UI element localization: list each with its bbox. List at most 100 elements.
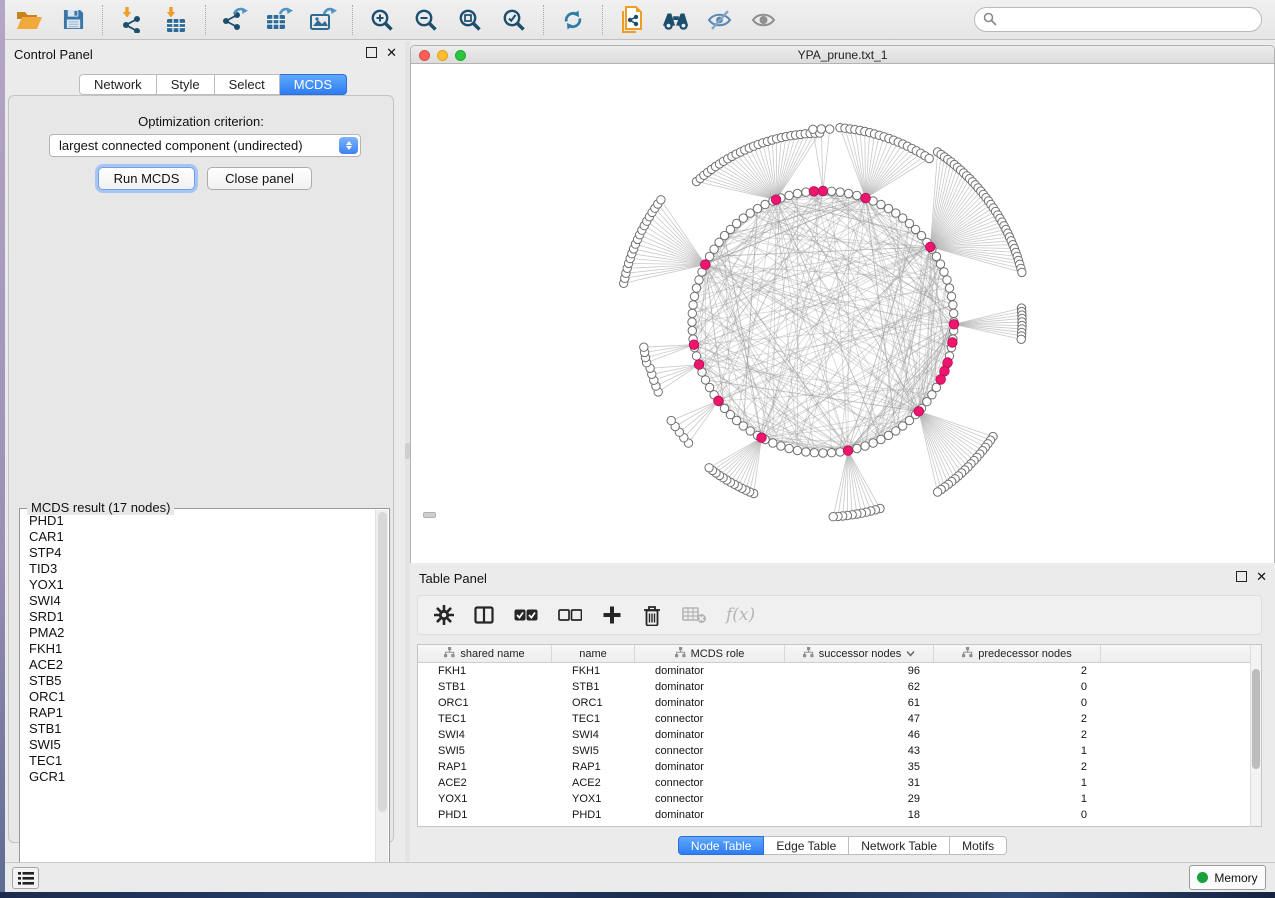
column-header-MCDS-role[interactable]: MCDS role	[635, 645, 785, 662]
mcds-result-item[interactable]: SRD1	[21, 609, 376, 625]
column-header-successor-nodes[interactable]: successor nodes	[785, 645, 934, 662]
hide-selected-icon[interactable]	[706, 6, 734, 34]
share-document-icon[interactable]	[618, 6, 646, 34]
tab-motifs[interactable]: Motifs	[950, 836, 1007, 855]
gear-icon[interactable]	[434, 604, 454, 626]
mcds-result-item[interactable]: STB1	[21, 721, 376, 737]
table-cell: ACE2	[418, 775, 552, 791]
mcds-result-list[interactable]: PHD1CAR1STP4TID3YOX1SWI4SRD1PMA2FKH1ACE2…	[21, 513, 376, 875]
zoom-selected-icon[interactable]	[500, 6, 528, 34]
close-panel-button[interactable]: Close panel	[207, 167, 312, 190]
table-cell: connector	[635, 775, 785, 791]
tab-network-table[interactable]: Network Table	[849, 836, 950, 855]
mcds-result-item[interactable]: RAP1	[21, 705, 376, 721]
tab-select[interactable]: Select	[215, 74, 280, 95]
show-panels-button[interactable]	[12, 867, 39, 889]
mcds-result-item[interactable]: SWI4	[21, 593, 376, 609]
mcds-result-item[interactable]: FKH1	[21, 641, 376, 657]
float-icon[interactable]	[366, 47, 377, 58]
zoom-fit-icon[interactable]	[456, 6, 484, 34]
table-scrollbar[interactable]	[1250, 645, 1261, 826]
criterion-select[interactable]: largest connected component (undirected)	[49, 134, 361, 157]
table-cell: connector	[635, 743, 785, 759]
control-panel: Control Panel ✕ NetworkStyleSelectMCDS O…	[5, 41, 405, 862]
mcds-result-item[interactable]: ORC1	[21, 689, 376, 705]
mcds-result-item[interactable]: YOX1	[21, 577, 376, 593]
mcds-list-scrollbar[interactable]	[375, 510, 388, 875]
table-cell: 29	[785, 791, 934, 807]
mcds-result-item[interactable]: ACE2	[21, 657, 376, 673]
table-row[interactable]: PHD1PHD1dominator180	[418, 807, 1261, 823]
horizontal-splitter-handle-icon[interactable]	[423, 512, 436, 518]
table-row[interactable]: ORC1ORC1dominator610	[418, 695, 1261, 711]
mcds-result-item[interactable]: STP4	[21, 545, 376, 561]
table-cell: dominator	[635, 663, 785, 679]
close-icon[interactable]: ✕	[386, 47, 397, 58]
open-folder-icon[interactable]	[15, 6, 43, 34]
main-toolbar	[0, 0, 1275, 40]
add-icon[interactable]	[602, 604, 622, 626]
columns-icon[interactable]	[474, 604, 494, 626]
search-objects-icon[interactable]	[662, 6, 690, 34]
table-cell: connector	[635, 711, 785, 727]
table-cell: 61	[785, 695, 934, 711]
table-cell: 62	[785, 679, 934, 695]
search-input[interactable]	[974, 7, 1262, 32]
mcds-result-item[interactable]: PMA2	[21, 625, 376, 641]
delete-icon[interactable]	[642, 604, 662, 626]
column-header-predecessor-nodes[interactable]: predecessor nodes	[934, 645, 1101, 662]
status-bar: Memory	[5, 862, 1275, 892]
mcds-result-item[interactable]: CAR1	[21, 529, 376, 545]
close-icon[interactable]: ✕	[1256, 571, 1267, 582]
zoom-in-icon[interactable]	[368, 6, 396, 34]
tab-network[interactable]: Network	[79, 74, 157, 95]
export-network-icon[interactable]	[221, 6, 249, 34]
function-icon: f(x)	[726, 605, 755, 625]
table-row[interactable]: TEC1TEC1connector472	[418, 711, 1261, 727]
table-cell: dominator	[635, 807, 785, 823]
mcds-result-item[interactable]: PHD1	[21, 513, 376, 529]
save-icon[interactable]	[59, 6, 87, 34]
table-cell: 1	[934, 743, 1101, 759]
clear-table-icon	[682, 604, 706, 626]
run-mcds-button[interactable]: Run MCDS	[98, 167, 195, 190]
show-all-icon[interactable]	[750, 6, 778, 34]
memory-button[interactable]: Memory	[1189, 865, 1266, 890]
tab-mcds[interactable]: MCDS	[280, 74, 347, 95]
network-window-titlebar[interactable]: YPA_prune.txt_1	[411, 46, 1274, 64]
import-network-icon[interactable]	[118, 6, 146, 34]
mcds-result-item[interactable]: TID3	[21, 561, 376, 577]
deselect-all-icon[interactable]	[558, 604, 582, 626]
tab-style[interactable]: Style	[157, 74, 215, 95]
table-row[interactable]: YOX1YOX1connector291	[418, 791, 1261, 807]
memory-label: Memory	[1214, 871, 1257, 885]
export-image-icon[interactable]	[309, 6, 337, 34]
mcds-result-item[interactable]: TEC1	[21, 753, 376, 769]
float-icon[interactable]	[1236, 571, 1247, 582]
network-graph[interactable]	[411, 64, 1274, 563]
tab-node-table[interactable]: Node Table	[678, 836, 765, 855]
mcds-result-item[interactable]: STB5	[21, 673, 376, 689]
select-stepper-icon[interactable]	[339, 137, 358, 154]
table-row[interactable]: FKH1FKH1dominator962	[418, 663, 1261, 679]
mcds-result-item[interactable]: SWI5	[21, 737, 376, 753]
tab-edge-table[interactable]: Edge Table	[764, 836, 849, 855]
table-row[interactable]: SWI4SWI4dominator462	[418, 727, 1261, 743]
table-cell: 35	[785, 759, 934, 775]
tree-icon	[803, 647, 814, 661]
table-row[interactable]: STB1STB1dominator620	[418, 679, 1261, 695]
table-row[interactable]: ACE2ACE2connector311	[418, 775, 1261, 791]
select-all-icon[interactable]	[514, 604, 538, 626]
mcds-result-item[interactable]: GCR1	[21, 769, 376, 785]
table-row[interactable]: RAP1RAP1dominator352	[418, 759, 1261, 775]
table-panel-title: Table Panel	[419, 571, 487, 586]
column-header-shared-name[interactable]: shared name	[418, 645, 552, 662]
list-icon	[18, 872, 34, 885]
import-table-icon[interactable]	[162, 6, 190, 34]
zoom-out-icon[interactable]	[412, 6, 440, 34]
network-canvas[interactable]	[411, 64, 1274, 563]
export-table-icon[interactable]	[265, 6, 293, 34]
refresh-icon[interactable]	[559, 6, 587, 34]
column-header-name[interactable]: name	[552, 645, 635, 662]
table-row[interactable]: SWI5SWI5connector431	[418, 743, 1261, 759]
